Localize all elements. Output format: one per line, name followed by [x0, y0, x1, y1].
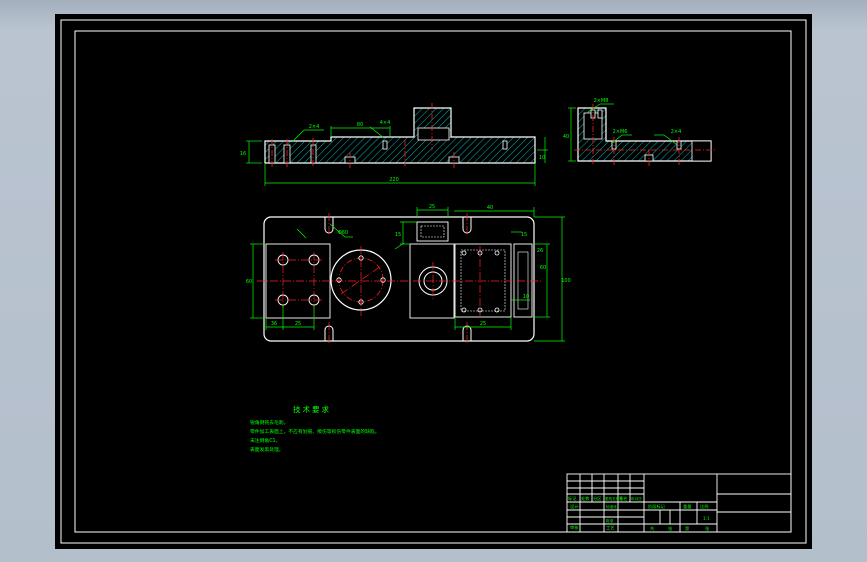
dim-plan-bottom-b: 15: [395, 232, 401, 238]
plan-view: 25 40 100 60 60 36 25 Φ60 25 15 15 10 26: [246, 204, 571, 345]
outer-border: [60, 19, 807, 544]
dim-plan-circle: Φ60: [338, 230, 348, 236]
front-section-view: 220 80 16 10 2×4 4×4: [240, 103, 548, 186]
tb-date: 年月日: [631, 496, 642, 501]
dim-side-callout-a: 2×M8: [594, 98, 609, 104]
dim-front-partial: 80: [357, 122, 363, 128]
tb-no: 第: [685, 525, 689, 532]
tb-stage: 阶段标记: [648, 503, 666, 510]
plan-top-pad-inner: [420, 225, 445, 238]
dim-front-right-height: 10: [539, 155, 545, 161]
dim-plan-bottom-a: 25: [480, 321, 486, 327]
dim-plan-right-b: 10: [523, 294, 529, 300]
dim-side-callout-c: 2×4: [671, 129, 682, 135]
plan-top-pad: [416, 221, 449, 242]
dim-plan-width-a: 25: [429, 204, 435, 210]
plan-left-holes: [277, 254, 320, 306]
dim-plan-height: 100: [561, 278, 571, 284]
dim-side-callout-b: 2×M6: [613, 129, 628, 135]
dim-plan-width-b: 40: [487, 205, 493, 211]
dim-plan-left-a: 36: [271, 321, 277, 327]
front-view-outline: [264, 107, 536, 164]
front-boss-window: [417, 127, 450, 141]
tb-ratio: 比例: [700, 503, 708, 510]
tb-signature: 签名: [619, 495, 627, 502]
dim-side-height: 40: [563, 134, 569, 140]
cad-drawing: 220 80 16 10 2×4 4×4 40 2×M8 2×M6 2×4 25…: [60, 19, 807, 544]
plan-right-holes: [461, 250, 500, 313]
tb-approve: 批准: [606, 518, 614, 523]
tb-zone: 分区: [593, 495, 601, 502]
note-line-1: 锐角倒钝去毛刺。: [250, 419, 288, 426]
notes-title: 技术要求: [293, 404, 331, 414]
tb-scale: 1:1: [703, 516, 710, 521]
tb-review: 审核: [570, 524, 579, 531]
tb-design: 设计: [570, 503, 578, 510]
note-line-4: 表面发黑处理。: [250, 446, 284, 453]
dim-plan-right-c: 26: [537, 248, 543, 254]
tb-count: 处数: [581, 495, 590, 502]
tb-sheet-a: 张: [668, 525, 673, 532]
tb-mark: 标记: [568, 495, 577, 502]
tb-standard: 标准化: [606, 504, 617, 509]
title-block-frame: [566, 473, 792, 533]
plan-end-block: [513, 243, 533, 318]
dim-front-total: 220: [389, 177, 399, 183]
dim-plan-right-a: 15: [521, 232, 527, 238]
plan-end-block-slot: [517, 251, 529, 310]
note-line-2: 零件加工表面上，不应有划痕、擦伤等损伤零件表面的缺陷。: [250, 428, 380, 435]
note-line-3: 未注倒角C1。: [250, 437, 280, 444]
technical-notes: 技术要求 锐角倒钝去毛刺。 零件加工表面上，不应有划痕、擦伤等损伤零件表面的缺陷…: [250, 404, 380, 453]
dim-plan-left-b: 25: [295, 321, 301, 327]
tb-total: 共: [650, 525, 654, 532]
side-section-view: 40 2×M8 2×M6 2×4: [563, 98, 716, 166]
cad-viewport[interactable]: 220 80 16 10 2×4 4×4 40 2×M8 2×M6 2×4 25…: [55, 14, 812, 549]
title-block: 标记 处数 分区 更改文件号 签名 年月日 设计 标准化 阶段标记 重量 比例 …: [566, 473, 792, 533]
tb-weight: 重量: [683, 503, 691, 510]
dim-front-callout-a: 2×4: [309, 124, 320, 130]
dim-front-height: 16: [240, 151, 246, 157]
plan-dimension-labels: 25 40 100 60 60 36 25 Φ60 25 15 15 10 26: [246, 204, 571, 327]
dim-plan-left-h: 60: [246, 279, 252, 285]
sheet-frame: [60, 19, 807, 544]
dim-plan-height-b: 60: [540, 265, 546, 271]
tb-sheet-b: 张: [705, 525, 710, 532]
dim-front-callout-b: 4×4: [380, 120, 391, 126]
side-view-end: [691, 140, 712, 162]
plan-right-block-inner: [460, 249, 506, 312]
tb-process: 工艺: [606, 525, 614, 530]
